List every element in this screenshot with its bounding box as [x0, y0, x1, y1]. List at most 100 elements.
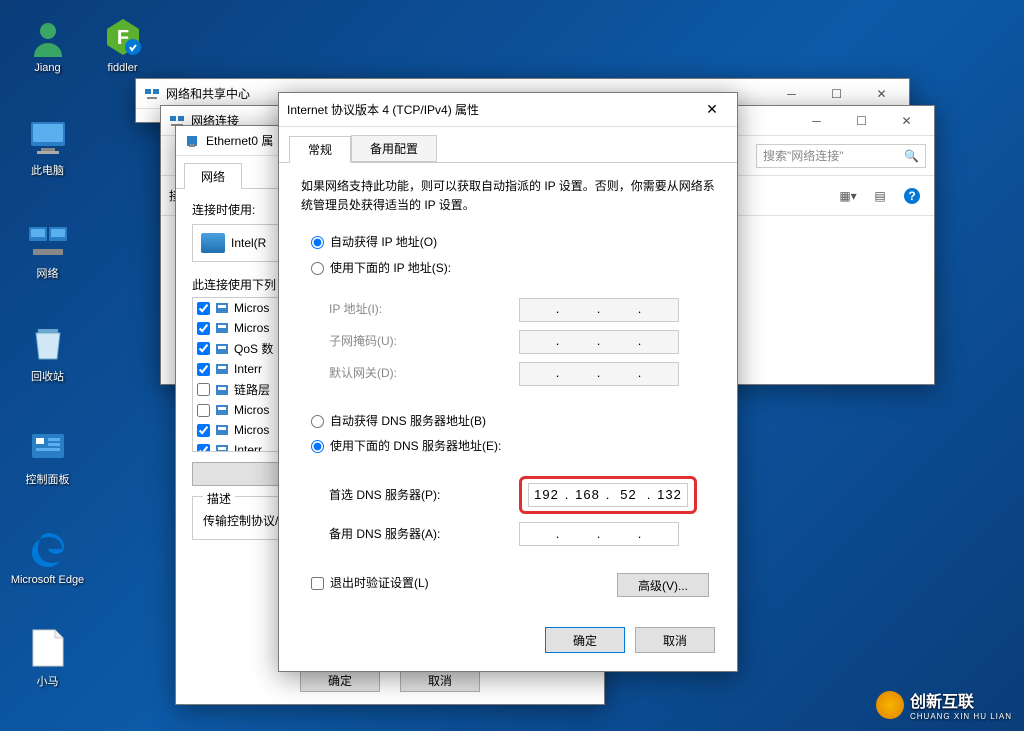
- view-large-button[interactable]: ▦▾: [834, 184, 862, 208]
- radio-manual-ip-input[interactable]: [311, 262, 324, 275]
- dns1-octet[interactable]: 132: [652, 485, 687, 506]
- search-icon: 🔍: [904, 149, 919, 163]
- desktop-icon-label: Jiang: [10, 62, 85, 74]
- item-checkbox[interactable]: [197, 322, 210, 335]
- item-label: Micros: [234, 301, 269, 315]
- tab-alternate[interactable]: 备用配置: [351, 135, 437, 162]
- protocol-icon: [214, 382, 230, 398]
- radio-auto-dns[interactable]: 自动获得 DNS 服务器地址(B): [311, 412, 715, 431]
- desktop-icon-label: Microsoft Edge: [10, 574, 85, 587]
- desktop-icon-label: 小马: [10, 673, 85, 689]
- dns1-highlight: 192. 168. 52. 132: [519, 476, 697, 514]
- item-checkbox[interactable]: [197, 424, 210, 437]
- gateway-input: ...: [519, 362, 679, 386]
- protocol-icon: [214, 422, 230, 438]
- maximize-button[interactable]: ☐: [839, 106, 884, 135]
- adapter-name: Intel(R: [231, 236, 266, 250]
- dns1-input[interactable]: 192. 168. 52. 132: [528, 483, 688, 507]
- radio-label: 使用下面的 DNS 服务器地址(E):: [330, 437, 501, 456]
- ethernet-icon: [184, 133, 200, 149]
- item-checkbox[interactable]: [197, 404, 210, 417]
- desktop-icon-jiang[interactable]: Jiang: [10, 10, 85, 95]
- description-legend: 描述: [203, 490, 235, 507]
- protocol-icon: [214, 442, 230, 452]
- desktop-icon-label: 控制面板: [10, 471, 85, 487]
- protocol-icon: [214, 361, 230, 377]
- ip-address-label: IP 地址(I):: [329, 300, 519, 319]
- item-checkbox[interactable]: [197, 444, 210, 453]
- search-input[interactable]: 搜索"网络连接" 🔍: [756, 144, 926, 168]
- view-details-button[interactable]: ▤: [866, 184, 894, 208]
- radio-label: 自动获得 DNS 服务器地址(B): [330, 412, 486, 431]
- adapter-icon: [201, 233, 225, 253]
- close-button[interactable]: ✕: [859, 79, 904, 108]
- item-label: Micros: [234, 403, 269, 417]
- ip-address-input: ...: [519, 298, 679, 322]
- minimize-button[interactable]: ─: [794, 106, 839, 135]
- desktop-icon-controlpanel[interactable]: 控制面板: [10, 419, 85, 504]
- radio-auto-ip-input[interactable]: [311, 236, 324, 249]
- protocol-icon: [214, 300, 230, 316]
- dns1-octet[interactable]: 168: [570, 485, 605, 506]
- dns2-label: 备用 DNS 服务器(A):: [329, 525, 519, 544]
- tab-network[interactable]: 网络: [184, 163, 242, 189]
- desktop-icon-thispc[interactable]: 此电脑: [10, 110, 85, 195]
- tab-strip: 常规 备用配置: [279, 127, 737, 163]
- dns1-label: 首选 DNS 服务器(P):: [329, 486, 519, 505]
- watermark-brand: 创新互联: [910, 694, 974, 711]
- desktop-icon-xiaoma[interactable]: 小马: [10, 621, 85, 706]
- window-title: Internet 协议版本 4 (TCP/IPv4) 属性: [287, 101, 692, 118]
- maximize-button[interactable]: ☐: [814, 79, 859, 108]
- ok-button[interactable]: 确定: [545, 627, 625, 653]
- fiddler-icon: F: [102, 16, 144, 58]
- protocol-icon: [214, 341, 230, 357]
- protocol-icon: [214, 320, 230, 336]
- gateway-label: 默认网关(D):: [329, 364, 519, 383]
- advanced-button[interactable]: 高级(V)...: [617, 573, 709, 597]
- validate-label: 退出时验证设置(L): [330, 574, 429, 593]
- controlpanel-icon: [27, 425, 69, 467]
- radio-auto-ip[interactable]: 自动获得 IP 地址(O): [311, 233, 715, 252]
- item-label: Interr: [234, 443, 262, 452]
- item-checkbox[interactable]: [197, 302, 210, 315]
- recyclebin-icon: [27, 322, 69, 364]
- intro-text: 如果网络支持此功能，则可以获取自动指派的 IP 设置。否则，你需要从网络系统管理…: [301, 177, 715, 215]
- item-label: 链路层: [234, 381, 270, 398]
- network-icon: [27, 219, 69, 261]
- tab-general[interactable]: 常规: [289, 136, 351, 163]
- dns2-input[interactable]: ...: [519, 522, 679, 546]
- titlebar[interactable]: Internet 协议版本 4 (TCP/IPv4) 属性 ✕: [279, 93, 737, 127]
- dns1-octet[interactable]: 192: [529, 485, 564, 506]
- svg-text:?: ?: [908, 189, 915, 203]
- close-button[interactable]: ✕: [884, 106, 929, 135]
- radio-label: 自动获得 IP 地址(O): [330, 233, 437, 252]
- desktop-icon-network[interactable]: 网络: [10, 213, 85, 298]
- subnet-label: 子网掩码(U):: [329, 332, 519, 351]
- cancel-button[interactable]: 取消: [635, 627, 715, 653]
- file-icon: [27, 627, 69, 669]
- help-button[interactable]: ?: [898, 184, 926, 208]
- close-button[interactable]: ✕: [692, 101, 732, 118]
- computer-icon: [27, 116, 69, 158]
- item-checkbox[interactable]: [197, 342, 210, 355]
- item-label: Interr: [234, 362, 262, 376]
- item-checkbox[interactable]: [197, 383, 210, 396]
- radio-manual-dns-input[interactable]: [311, 440, 324, 453]
- user-icon: [27, 16, 69, 58]
- radio-manual-ip[interactable]: 使用下面的 IP 地址(S):: [311, 259, 715, 278]
- validate-checkbox[interactable]: [311, 577, 324, 590]
- desktop-icon-label: 网络: [10, 265, 85, 281]
- radio-auto-dns-input[interactable]: [311, 415, 324, 428]
- item-checkbox[interactable]: [197, 363, 210, 376]
- watermark-sub: CHUANG XIN HU LIAN: [910, 712, 1012, 721]
- subnet-input: ...: [519, 330, 679, 354]
- desktop-icon-edge[interactable]: Microsoft Edge: [10, 522, 85, 607]
- desktop-icon-label: fiddler: [85, 62, 160, 74]
- desktop-icon-recyclebin[interactable]: 回收站: [10, 316, 85, 401]
- watermark: 创新互联 CHUANG XIN HU LIAN: [876, 688, 1012, 721]
- minimize-button[interactable]: ─: [769, 79, 814, 108]
- desktop-icon-label: 回收站: [10, 368, 85, 384]
- protocol-icon: [214, 402, 230, 418]
- dns1-octet[interactable]: 52: [611, 485, 646, 506]
- radio-manual-dns[interactable]: 使用下面的 DNS 服务器地址(E):: [311, 437, 715, 456]
